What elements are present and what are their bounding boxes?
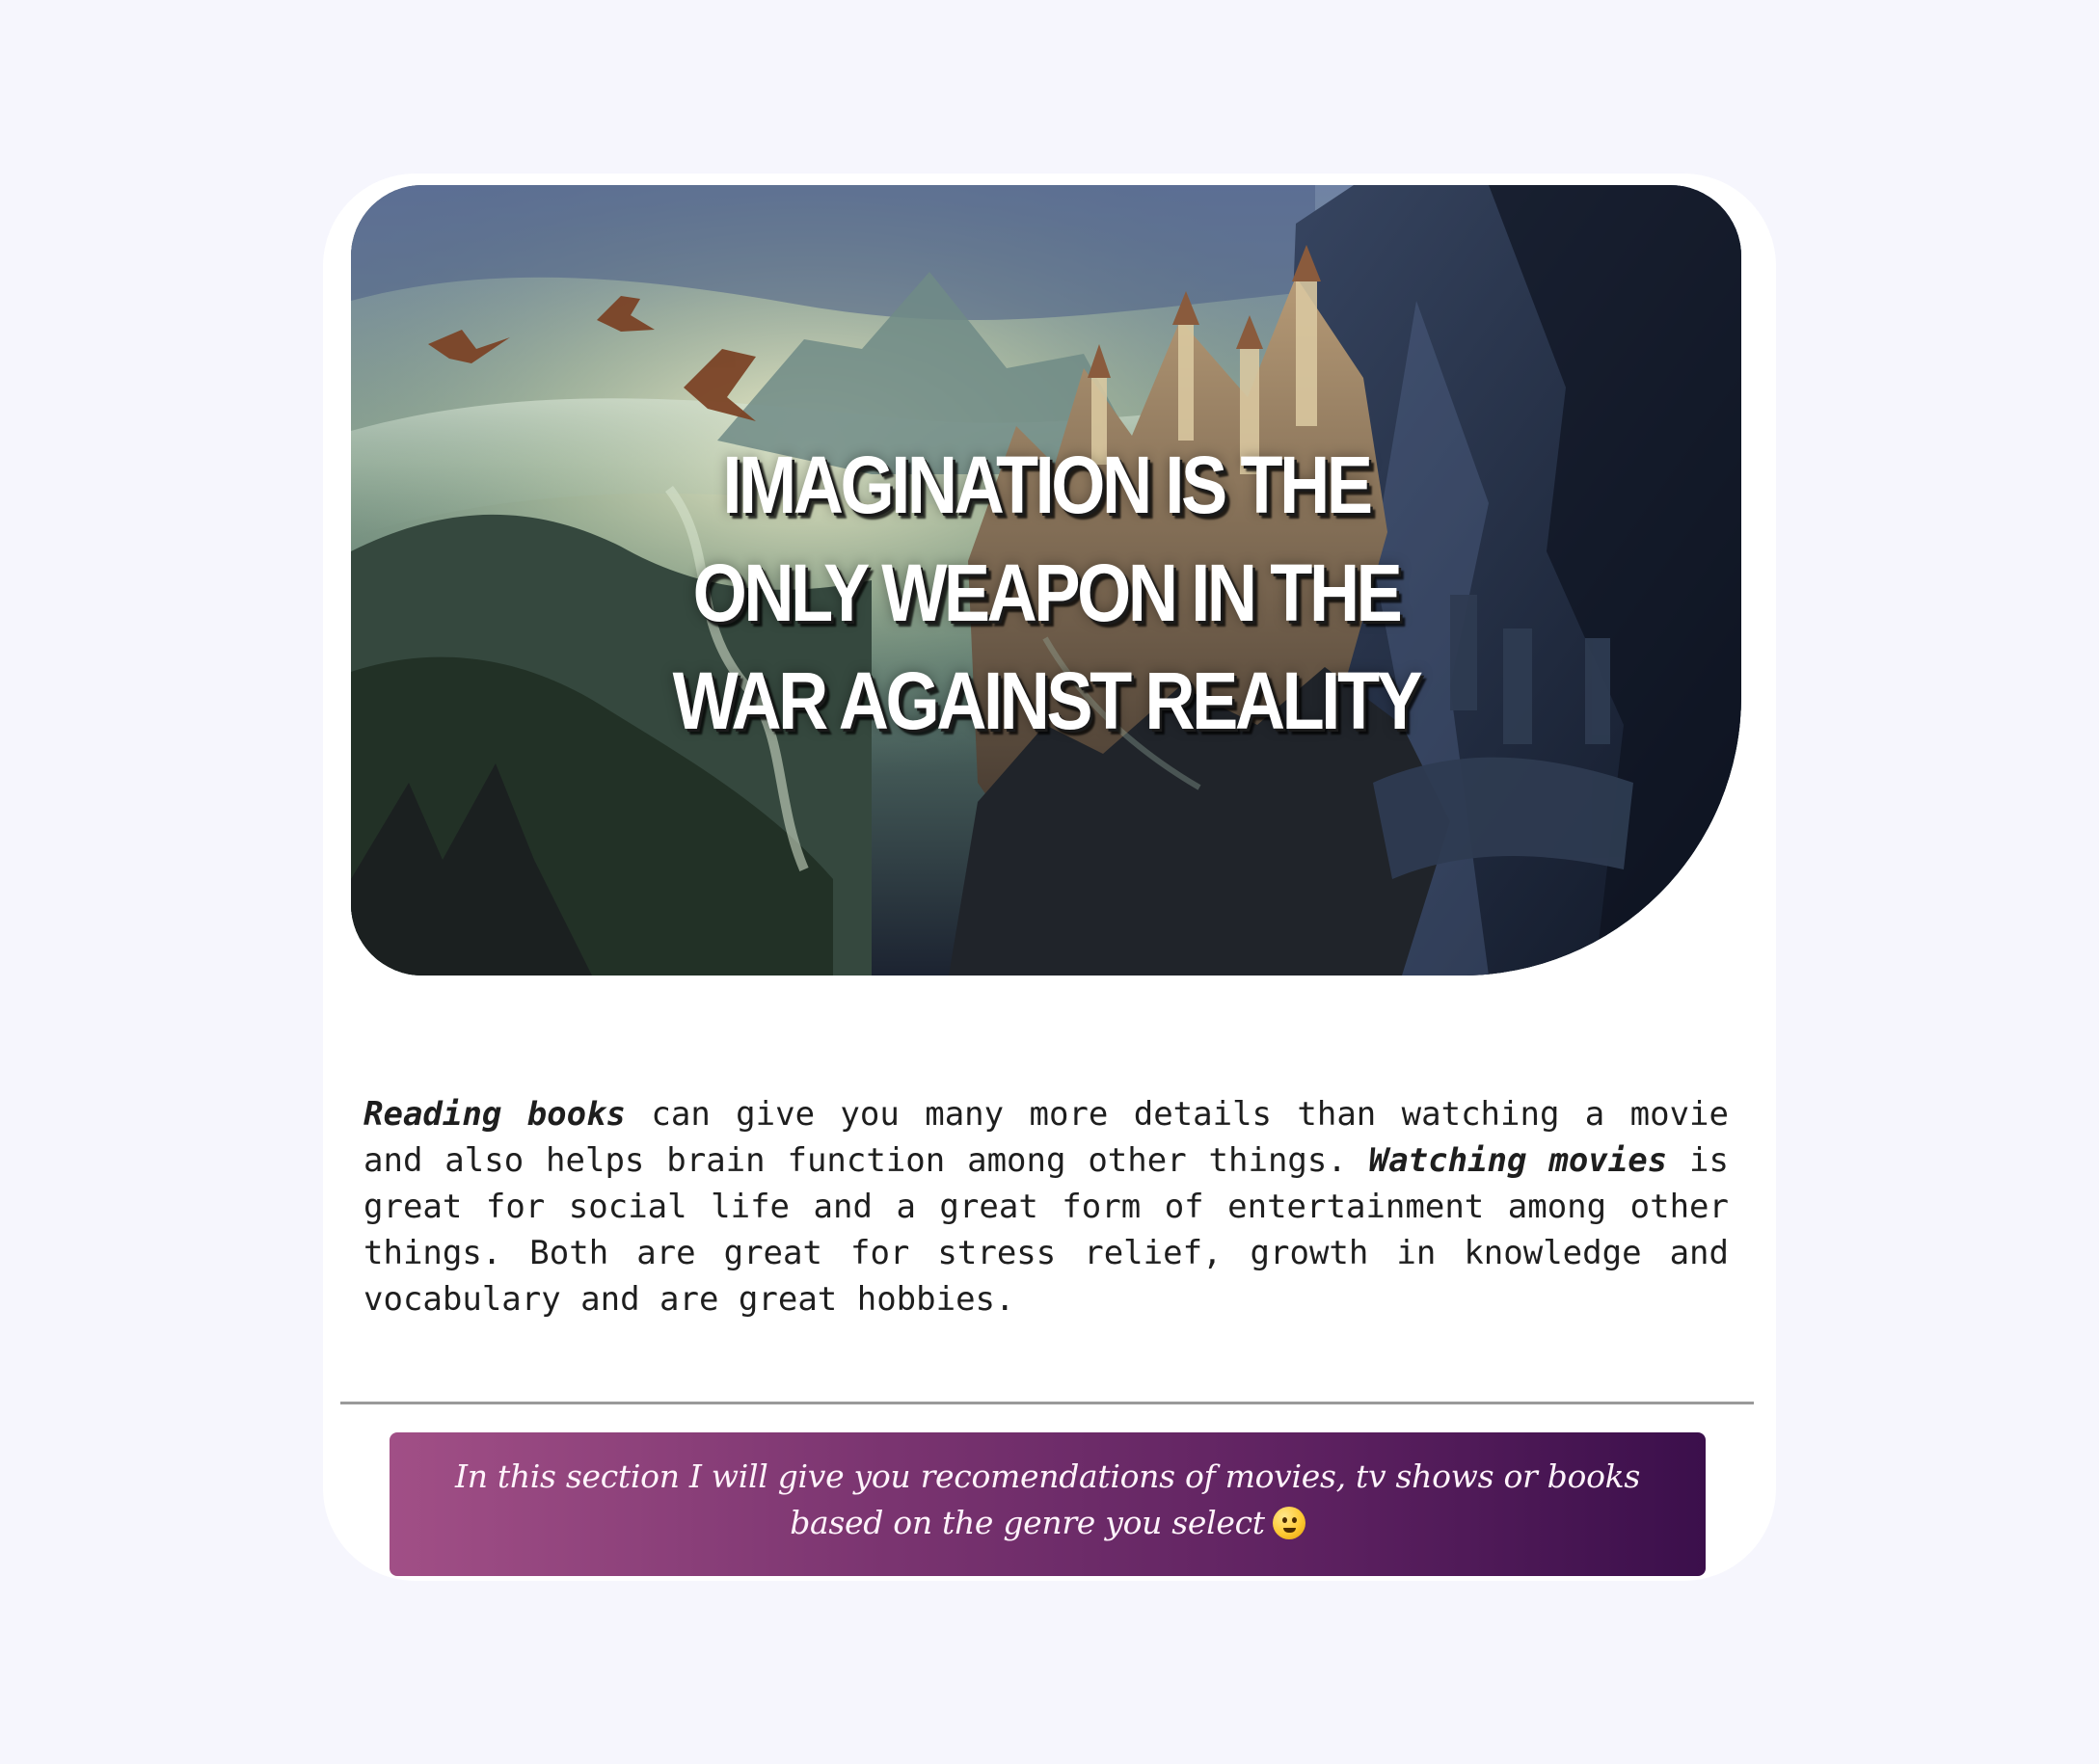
hero-quote-line-1: IMAGINATION IS THE [722, 440, 1373, 530]
watching-movies-label: Watching movies [1368, 1141, 1668, 1180]
recommendations-banner-text: In this section I will give you recomend… [455, 1457, 1640, 1541]
hero-image: IMAGINATION IS THE ONLY WEAPON IN THE WA… [351, 185, 1741, 976]
intro-paragraph: Reading books can give you many more det… [363, 1091, 1729, 1323]
section-divider [340, 1402, 1754, 1404]
reading-books-label: Reading books [363, 1095, 627, 1134]
smiling-face-emoji-icon [1272, 1507, 1305, 1539]
hero-quote: IMAGINATION IS THE ONLY WEAPON IN THE WA… [448, 431, 1644, 755]
hero-quote-line-2: ONLY WEAPON IN THE [692, 548, 1403, 638]
hero-quote-line-3: WAR AGAINST REALITY [672, 655, 1423, 746]
recommendations-banner: In this section I will give you recomend… [390, 1432, 1706, 1576]
content-card: IMAGINATION IS THE ONLY WEAPON IN THE WA… [323, 174, 1776, 1581]
